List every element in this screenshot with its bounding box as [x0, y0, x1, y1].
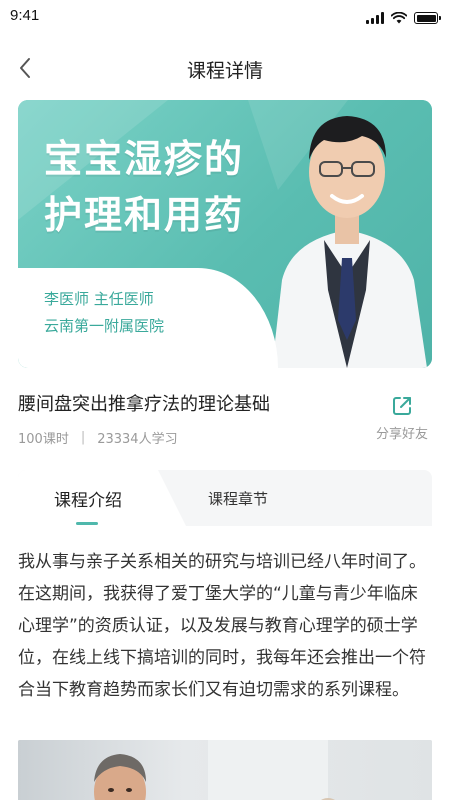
background-person: [320, 798, 336, 800]
tab-course-intro[interactable]: 课程介绍: [18, 470, 158, 526]
meta-separator: |: [80, 430, 86, 445]
status-bar: 9:41: [0, 0, 450, 36]
tab-active-indicator: [76, 522, 98, 525]
course-meta: 100课时 | 23334人学习: [18, 428, 178, 447]
status-time: 9:41: [10, 7, 40, 24]
course-intro-text: 我从事与亲子关系相关的研究与培训已经八年时间了。在这期间，我获得了爱丁堡大学的“…: [18, 552, 426, 700]
share-button[interactable]: 分享好友: [372, 395, 432, 442]
course-tabs: 课程介绍 课程章节: [18, 470, 432, 526]
doctor-name-title: 李医师 主任医师: [44, 290, 154, 308]
banner-title-line2: 护理和用药: [44, 193, 245, 237]
banner-title-line1: 宝宝湿疹的: [44, 137, 245, 181]
page-title: 课程详情: [186, 60, 263, 82]
share-icon: [393, 397, 411, 415]
learner-count: 23334人学习: [97, 432, 178, 447]
status-icons: [366, 10, 441, 26]
wifi-icon: [391, 12, 407, 24]
tab-course-chapters[interactable]: 课程章节: [168, 470, 308, 526]
lesson-count: 100课时: [18, 432, 69, 447]
signal-icon: [366, 12, 384, 24]
doctor-portrait: [272, 116, 427, 368]
battery-icon: [414, 12, 441, 24]
course-title: 腰间盘突出推拿疗法的理论基础: [18, 394, 270, 415]
nav-bar: 课程详情: [0, 40, 450, 96]
person-photo: [94, 754, 146, 800]
course-banner: 宝宝湿疹的 护理和用药 李医师 主任医师 云南第一附属医院: [18, 100, 432, 368]
share-label: 分享好友: [375, 427, 428, 442]
intro-photo: [18, 740, 432, 800]
doctor-hospital: 云南第一附属医院: [44, 317, 165, 335]
